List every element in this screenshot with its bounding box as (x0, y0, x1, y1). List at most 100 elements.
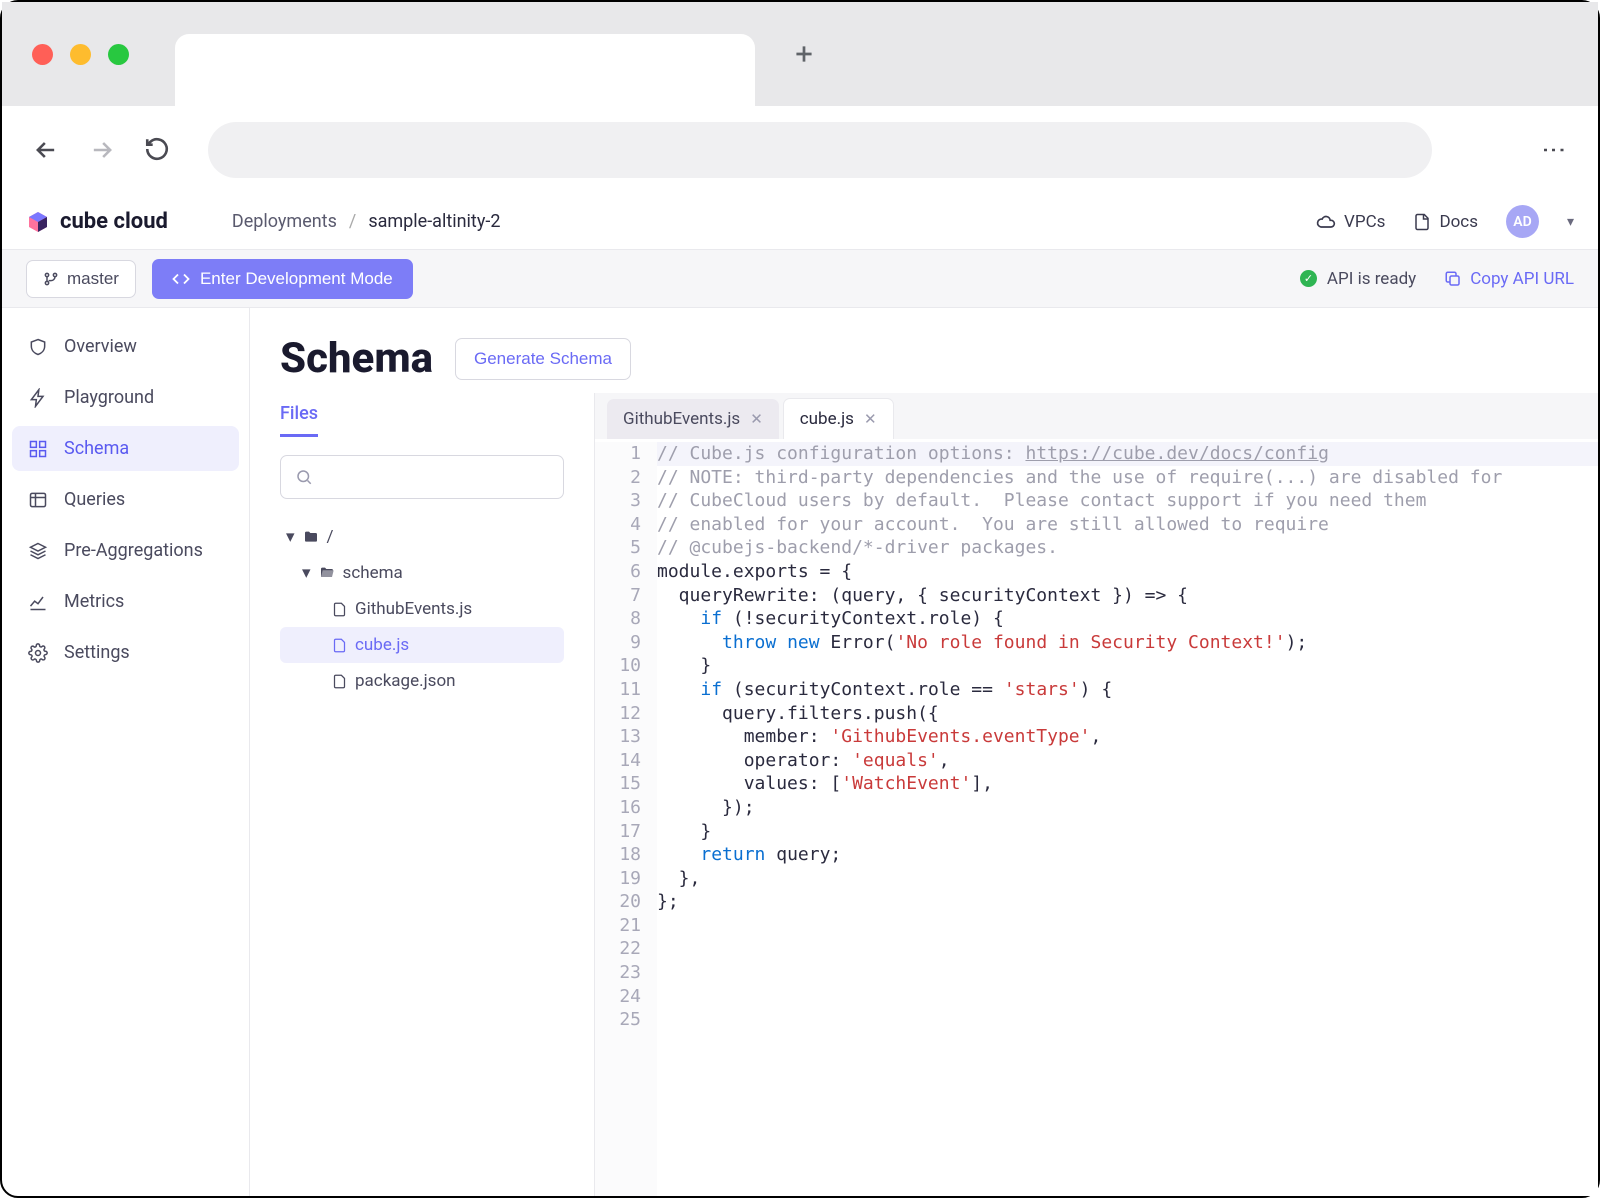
editor-tab-cubejs[interactable]: cube.js ✕ (783, 398, 894, 439)
close-icon[interactable]: ✕ (750, 410, 763, 428)
chevron-down-icon: ▾ (286, 527, 295, 547)
file-icon (332, 638, 347, 653)
gear-icon (28, 643, 48, 663)
browser-tab-bar (2, 2, 1598, 106)
browser-forward-button[interactable] (88, 136, 116, 164)
browser-tab[interactable] (175, 34, 755, 106)
close-icon[interactable]: ✕ (864, 410, 877, 428)
browser-toolbar: ⋮ (2, 106, 1598, 194)
cube-logo-icon (26, 210, 50, 234)
new-tab-button[interactable] (789, 39, 819, 69)
editor-panel: GithubEvents.js ✕ cube.js ✕ 123456789101… (594, 393, 1598, 1196)
generate-schema-button[interactable]: Generate Schema (455, 338, 631, 380)
editor-tabs: GithubEvents.js ✕ cube.js ✕ (595, 393, 1598, 439)
browser-menu-button[interactable]: ⋮ (1540, 138, 1568, 162)
files-tab[interactable]: Files (280, 393, 318, 437)
sidebar-item-label: Schema (64, 438, 129, 459)
list-icon (28, 490, 48, 510)
code-content[interactable]: // Cube.js configuration options: https:… (657, 442, 1598, 1196)
schema-icon (28, 439, 48, 459)
page-title: Schema (280, 334, 433, 383)
dev-mode-bar: master Enter Development Mode ✓ API is r… (2, 250, 1598, 308)
document-icon (1413, 213, 1431, 231)
tree-file-cubejs[interactable]: cube.js (280, 627, 564, 663)
window-close[interactable] (32, 44, 53, 65)
tree-label: schema (343, 563, 403, 583)
enter-dev-mode-button[interactable]: Enter Development Mode (152, 259, 413, 299)
window-controls (32, 44, 129, 65)
tree-folder-schema[interactable]: ▾ schema (280, 555, 564, 591)
sidebar-item-label: Queries (64, 489, 125, 510)
window-maximize[interactable] (108, 44, 129, 65)
file-panel: Files ▾ / ▾ schema (250, 393, 594, 1196)
sidebar-item-label: Playground (64, 387, 154, 408)
tree-label: cube.js (355, 635, 409, 655)
sidebar-item-metrics[interactable]: Metrics (12, 579, 239, 624)
branch-name: master (67, 269, 119, 289)
copy-icon (1444, 270, 1462, 288)
sidebar-item-label: Pre-Aggregations (64, 540, 203, 561)
browser-reload-button[interactable] (144, 136, 172, 164)
tree-label: package.json (355, 671, 456, 691)
folder-open-icon (319, 565, 335, 581)
editor-tab-label: cube.js (800, 409, 854, 429)
address-bar[interactable] (208, 122, 1432, 178)
copy-api-label: Copy API URL (1470, 269, 1574, 289)
chevron-down-icon: ▾ (302, 563, 311, 583)
tree-root[interactable]: ▾ / (280, 519, 564, 555)
vpcs-link[interactable]: VPCs (1316, 212, 1385, 232)
status-ok-icon: ✓ (1300, 270, 1317, 287)
sidebar-item-label: Metrics (64, 591, 124, 612)
docs-link[interactable]: Docs (1413, 212, 1478, 232)
logo[interactable]: cube cloud (26, 209, 168, 234)
code-icon (172, 270, 190, 288)
app-header: cube cloud Deployments / sample-altinity… (2, 194, 1598, 250)
copy-api-url-button[interactable]: Copy API URL (1444, 269, 1574, 289)
tree-label: GithubEvents.js (355, 599, 472, 619)
breadcrumb-current[interactable]: sample-altinity-2 (368, 211, 500, 232)
tree-file-packagejson[interactable]: package.json (280, 663, 564, 699)
file-icon (332, 674, 347, 689)
cloud-icon (1316, 212, 1336, 232)
sidebar-item-playground[interactable]: Playground (12, 375, 239, 420)
code-editor[interactable]: 1234567891011121314151617181920212223242… (595, 439, 1598, 1196)
avatar[interactable]: AD (1506, 205, 1539, 238)
sidebar-item-label: Settings (64, 642, 130, 663)
docs-label: Docs (1439, 212, 1478, 232)
sidebar-item-preagg[interactable]: Pre-Aggregations (12, 528, 239, 573)
bolt-icon (28, 388, 48, 408)
file-icon (332, 602, 347, 617)
dev-mode-label: Enter Development Mode (200, 269, 393, 289)
line-gutter: 1234567891011121314151617181920212223242… (595, 442, 657, 1196)
api-status-label: API is ready (1327, 269, 1416, 289)
sidebar-item-label: Overview (64, 336, 137, 357)
file-search-input[interactable] (280, 455, 564, 499)
branch-icon (43, 271, 59, 287)
sidebar-item-queries[interactable]: Queries (12, 477, 239, 522)
chart-icon (28, 592, 48, 612)
window-minimize[interactable] (70, 44, 91, 65)
breadcrumb-root[interactable]: Deployments (232, 211, 337, 232)
sidebar-item-overview[interactable]: Overview (12, 324, 239, 369)
editor-tab-githubevents[interactable]: GithubEvents.js ✕ (607, 399, 779, 439)
branch-selector[interactable]: master (26, 260, 136, 298)
breadcrumb-separator: / (349, 211, 356, 232)
tree-file-githubevents[interactable]: GithubEvents.js (280, 591, 564, 627)
api-status: ✓ API is ready (1300, 269, 1416, 289)
plus-icon (791, 41, 817, 67)
sidebar-nav: Overview Playground Schema Queries Pre-A… (2, 308, 250, 1196)
search-icon (295, 468, 313, 486)
logo-text: cube cloud (60, 209, 168, 234)
sidebar-item-schema[interactable]: Schema (12, 426, 239, 471)
content-header: Schema Generate Schema (250, 308, 1598, 393)
tree-label: / (327, 527, 334, 547)
vpcs-label: VPCs (1344, 212, 1385, 232)
file-tree: ▾ / ▾ schema GithubEvents.js (280, 519, 564, 699)
browser-back-button[interactable] (32, 136, 60, 164)
stack-icon (28, 541, 48, 561)
breadcrumb: Deployments / sample-altinity-2 (232, 211, 501, 232)
user-menu-chevron[interactable]: ▾ (1567, 214, 1574, 230)
folder-icon (303, 529, 319, 545)
sidebar-item-settings[interactable]: Settings (12, 630, 239, 675)
shield-icon (28, 337, 48, 357)
